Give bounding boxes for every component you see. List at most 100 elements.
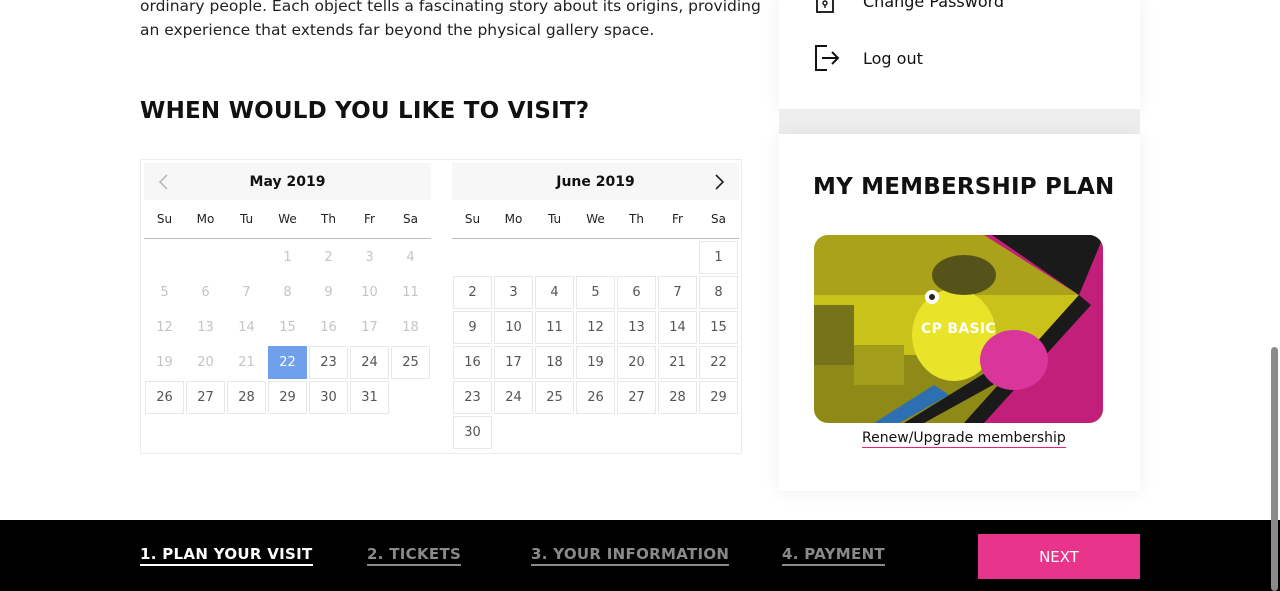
day-empty [494, 241, 533, 274]
weekday-label: Sa [711, 212, 726, 226]
visit-heading: WHEN WOULD YOU LIKE TO VISIT? [140, 98, 590, 124]
calendar-day[interactable]: 25 [391, 346, 430, 379]
calendar-day[interactable]: 30 [309, 381, 348, 414]
prev-month-button[interactable] [148, 163, 178, 200]
day-empty [186, 241, 225, 274]
calendar-day: 5 [160, 285, 169, 300]
renew-membership-link[interactable]: Renew/Upgrade membership [862, 430, 1066, 448]
calendar-day[interactable]: 3 [494, 276, 533, 309]
step-tickets[interactable]: 2. TICKETS [367, 545, 462, 566]
intro-text: ordinary people. Each object tells a fas… [140, 0, 761, 42]
calendar-day[interactable]: 24 [494, 381, 533, 414]
membership-heading: MY MEMBERSHIP PLAN [813, 174, 1115, 200]
weekday-label: Fr [672, 212, 683, 226]
calendar-day[interactable]: 27 [617, 381, 656, 414]
change-password-link[interactable]: Change Password [813, 0, 1004, 15]
calendar-day[interactable]: 18 [535, 346, 574, 379]
weekday-label: Tu [547, 212, 562, 226]
calendar-day: 18 [402, 320, 419, 335]
calendar-day[interactable]: 15 [699, 311, 738, 344]
calendar-day: 8 [283, 285, 292, 300]
calendar-day[interactable]: 8 [699, 276, 738, 309]
calendar-day: 20 [197, 355, 214, 370]
calendar-day[interactable]: 1 [699, 241, 738, 274]
calendar-day[interactable]: 9 [453, 311, 492, 344]
intro-line-2: an experience that extends far beyond th… [140, 21, 655, 39]
calendar-day[interactable]: 31 [350, 381, 389, 414]
calendar-day[interactable]: 29 [268, 381, 307, 414]
calendar-day[interactable]: 28 [227, 381, 266, 414]
membership-card[interactable]: CP BASIC [814, 235, 1103, 423]
calendar-day[interactable]: 10 [494, 311, 533, 344]
weekday-label: We [586, 212, 605, 226]
calendar-day[interactable]: 24 [350, 346, 389, 379]
calendar-day: 12 [156, 320, 173, 335]
step-payment[interactable]: 4. PAYMENT [782, 545, 885, 566]
weekday-row: Su Mo Tu We Th Fr Sa [144, 200, 431, 239]
month-header: June 2019 [452, 163, 739, 200]
calendar-day: 19 [156, 355, 173, 370]
calendar-day: 9 [324, 285, 333, 300]
calendar-day[interactable]: 26 [576, 381, 615, 414]
calendar-day[interactable]: 28 [658, 381, 697, 414]
booking-steps-footer: 1. PLAN YOUR VISIT 2. TICKETS 3. YOUR IN… [0, 520, 1280, 591]
logout-link[interactable]: Log out [813, 44, 923, 72]
calendar-day: 11 [402, 285, 419, 300]
calendar-day: 15 [279, 320, 296, 335]
step-your-information[interactable]: 3. YOUR INFORMATION [531, 545, 730, 566]
logout-label: Log out [863, 48, 923, 68]
calendar-day[interactable]: 22 [699, 346, 738, 379]
calendar-day: 1 [283, 250, 292, 265]
calendar-day: 10 [361, 285, 378, 300]
calendar-day: 2 [324, 250, 333, 265]
weekday-label: Fr [364, 212, 375, 226]
day-empty [658, 241, 697, 274]
calendar-day[interactable]: 20 [617, 346, 656, 379]
calendar-day: 14 [238, 320, 255, 335]
calendar-day[interactable]: 27 [186, 381, 225, 414]
panel-divider [779, 109, 1140, 134]
calendar-day-selected[interactable]: 22 [268, 346, 307, 379]
weekday-label: Su [156, 212, 173, 226]
next-month-button[interactable] [705, 163, 735, 200]
step-plan-visit[interactable]: 1. PLAN YOUR VISIT [140, 545, 313, 566]
calendar-day[interactable]: 21 [658, 346, 697, 379]
month-header: May 2019 [144, 163, 431, 200]
calendar-day[interactable]: 13 [617, 311, 656, 344]
calendar-day[interactable]: 12 [576, 311, 615, 344]
calendar-day[interactable]: 23 [309, 346, 348, 379]
calendar-day[interactable]: 25 [535, 381, 574, 414]
chevron-right-icon [715, 173, 725, 190]
calendar-day[interactable]: 11 [535, 311, 574, 344]
weekday-label: We [278, 212, 297, 226]
calendar-day: 6 [201, 285, 210, 300]
calendar-day[interactable]: 16 [453, 346, 492, 379]
calendar-day[interactable]: 29 [699, 381, 738, 414]
day-empty [453, 241, 492, 274]
lock-icon [813, 0, 841, 15]
calendar-day: 4 [406, 250, 415, 265]
calendar-day[interactable]: 7 [658, 276, 697, 309]
calendar-day[interactable]: 17 [494, 346, 533, 379]
day-empty [227, 241, 266, 274]
calendar-day[interactable]: 23 [453, 381, 492, 414]
calendar-day[interactable]: 2 [453, 276, 492, 309]
calendar-month-june: June 2019 Su Mo Tu We Th Fr Sa 123456789… [452, 163, 739, 450]
calendar-day[interactable]: 5 [576, 276, 615, 309]
calendar-day: 17 [361, 320, 378, 335]
weekday-row: Su Mo Tu We Th Fr Sa [452, 200, 739, 239]
calendar-day[interactable]: 14 [658, 311, 697, 344]
calendar-day[interactable]: 19 [576, 346, 615, 379]
month-title: June 2019 [556, 173, 635, 190]
next-button[interactable]: NEXT [978, 534, 1140, 579]
weekday-label: Su [464, 212, 481, 226]
membership-card-label: CP BASIC [921, 321, 996, 337]
calendar-day[interactable]: 30 [453, 416, 492, 449]
calendar-day[interactable]: 4 [535, 276, 574, 309]
calendar-day[interactable]: 26 [145, 381, 184, 414]
calendar-day[interactable]: 6 [617, 276, 656, 309]
page-scrollbar[interactable] [1271, 347, 1278, 591]
change-password-label: Change Password [863, 0, 1005, 11]
weekday-label: Tu [239, 212, 254, 226]
membership-panel: MY MEMBERSHIP PLAN CP BASIC Renew/Upgrad… [779, 134, 1140, 491]
